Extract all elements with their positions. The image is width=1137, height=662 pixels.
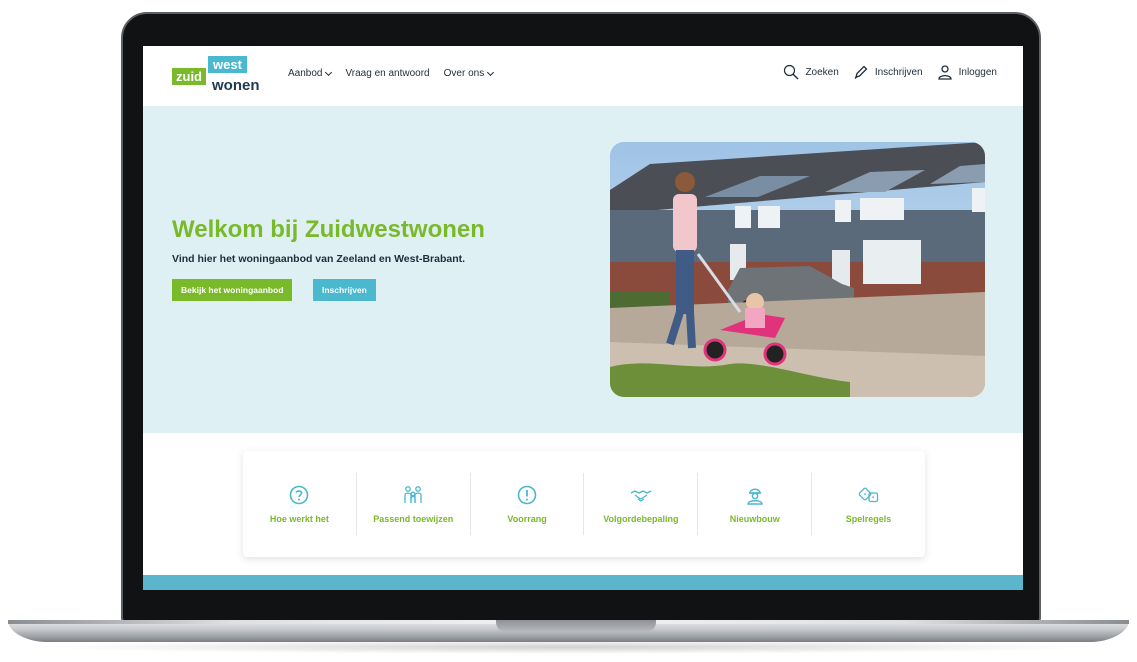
browser-screen: zuid west wonen Aanbod Vraag en antwoord… <box>143 46 1023 590</box>
logo-wonen: wonen <box>212 77 260 94</box>
pencil-icon <box>854 65 868 79</box>
footer-strip <box>143 575 1023 590</box>
feature-label: Voorrang <box>507 514 547 524</box>
feature-spelregels[interactable]: Spelregels <box>812 473 925 535</box>
feature-volgordebepaling[interactable]: Volgordebepaling <box>584 473 699 535</box>
laptop-mockup: zuid west wonen Aanbod Vraag en antwoord… <box>0 0 1137 662</box>
nav-item-label: Over ons <box>443 68 485 79</box>
login-button[interactable]: Inloggen <box>937 64 997 80</box>
hero-photo <box>610 142 985 397</box>
view-offer-button[interactable]: Bekijk het woningaanbod <box>172 279 293 301</box>
logo-west: west <box>208 56 247 73</box>
feature-label: Nieuwbouw <box>729 514 780 524</box>
feature-hoe-werkt-het[interactable]: Hoe werkt het <box>243 473 357 535</box>
dice-icon <box>858 487 878 503</box>
login-label: Inloggen <box>958 66 997 78</box>
logo-zuid: zuid <box>172 68 206 85</box>
register-button[interactable]: Inschrijven <box>853 64 923 80</box>
nav-item-label: Aanbod <box>288 68 323 79</box>
search-icon <box>784 64 799 80</box>
header-tools: Zoeken Inschrijven Inloggen <box>783 64 997 80</box>
feature-label: Passend toewijzen <box>373 514 454 524</box>
search-label: Zoeken <box>805 66 839 78</box>
laptop-shadow <box>30 640 1107 654</box>
laptop-notch <box>496 620 656 632</box>
exclamation-icon <box>517 485 537 505</box>
feature-label: Spelregels <box>845 514 892 524</box>
hero-title: Welkom bij Zuidwestwonen <box>172 216 485 243</box>
nav-item-label: Vraag en antwoord <box>345 68 430 79</box>
hero-section: Welkom bij Zuidwestwonen Vind hier het w… <box>143 106 1023 433</box>
search-button[interactable]: Zoeken <box>783 64 839 80</box>
user-icon <box>937 65 952 80</box>
feature-voorrang[interactable]: Voorrang <box>471 473 585 535</box>
construction-worker-icon <box>747 488 763 505</box>
features-card: Hoe werkt het Passend toewijzen Voorrang… <box>243 451 925 557</box>
site-header: zuid west wonen Aanbod Vraag en antwoord… <box>143 46 1023 106</box>
nav-item-over-ons[interactable]: Over ons <box>443 68 495 79</box>
feature-passend-toewijzen[interactable]: Passend toewijzen <box>357 473 471 535</box>
question-icon <box>290 485 309 505</box>
hero-photo-illustration <box>610 142 985 397</box>
feature-label: Hoe werkt het <box>269 514 329 524</box>
nav-item-vraag-en-antwoord[interactable]: Vraag en antwoord <box>345 68 429 79</box>
chevron-down-icon <box>325 68 333 76</box>
site-logo[interactable]: zuid west wonen <box>172 56 262 96</box>
family-icon <box>404 486 422 503</box>
feature-nieuwbouw[interactable]: Nieuwbouw <box>698 473 813 535</box>
register-hero-button[interactable]: Inschrijven <box>313 279 376 301</box>
feature-label: Volgordebepaling <box>603 514 679 524</box>
register-label: Inschrijven <box>874 66 923 78</box>
chevron-down-icon <box>487 68 495 76</box>
handshake-icon <box>630 490 652 502</box>
nav-item-aanbod[interactable]: Aanbod <box>288 68 333 79</box>
hero-subtitle: Vind hier het woningaanbod van Zeeland e… <box>172 253 466 265</box>
main-nav: Aanbod Vraag en antwoord Over ons <box>288 68 495 79</box>
